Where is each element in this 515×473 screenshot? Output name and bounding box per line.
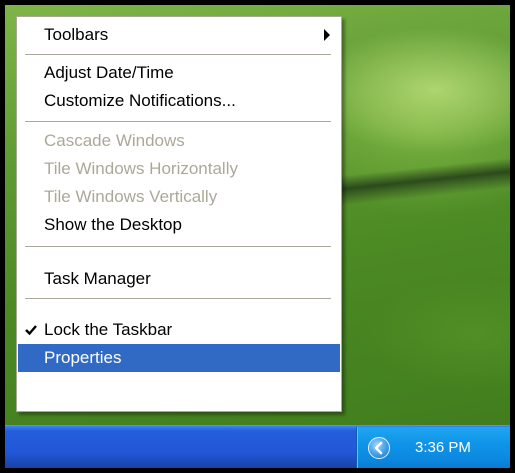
- taskbar-clock[interactable]: 3:36 PM: [415, 440, 471, 456]
- menu-item-properties[interactable]: Properties: [18, 344, 340, 372]
- menu-item-task-manager[interactable]: Task Manager: [18, 265, 340, 293]
- taskbar[interactable]: 3:36 PM: [5, 425, 510, 468]
- menu-item-cascade-windows: Cascade Windows: [18, 127, 340, 155]
- screen: Toolbars Adjust Date/Time Customize Noti…: [5, 5, 510, 468]
- wallpaper-hill-shadow: [323, 156, 510, 208]
- menu-item-label: Tile Windows Vertically: [44, 187, 218, 206]
- menu-item-customize-notifications[interactable]: Customize Notifications...: [18, 87, 340, 115]
- menu-item-label: Show the Desktop: [44, 215, 182, 234]
- menu-item-toolbars[interactable]: Toolbars: [18, 21, 340, 49]
- submenu-arrow-icon: [324, 29, 330, 41]
- taskbar-context-menu: Toolbars Adjust Date/Time Customize Noti…: [16, 16, 342, 412]
- menu-separator: [25, 298, 331, 299]
- menu-item-label: Toolbars: [44, 25, 109, 44]
- menu-separator: [25, 121, 331, 122]
- checkmark-icon: [25, 325, 37, 336]
- menu-separator: [25, 54, 331, 55]
- menu-item-tile-vertically: Tile Windows Vertically: [18, 183, 340, 211]
- notification-area: 3:36 PM: [356, 427, 510, 468]
- menu-item-label: Tile Windows Horizontally: [44, 159, 238, 178]
- menu-item-label: Cascade Windows: [44, 131, 185, 150]
- menu-item-tile-horizontally: Tile Windows Horizontally: [18, 155, 340, 183]
- menu-item-lock-taskbar[interactable]: Lock the Taskbar: [18, 316, 340, 344]
- menu-item-label: Task Manager: [44, 269, 151, 288]
- show-hidden-icons-button[interactable]: [368, 437, 390, 459]
- menu-separator: [25, 246, 331, 247]
- left-chevron-icon: [374, 441, 383, 455]
- menu-item-show-desktop[interactable]: Show the Desktop: [18, 211, 340, 239]
- menu-item-label: Adjust Date/Time: [44, 63, 174, 82]
- menu-item-adjust-date-time[interactable]: Adjust Date/Time: [18, 59, 340, 87]
- menu-item-label: Properties: [44, 348, 122, 367]
- menu-item-label: Customize Notifications...: [44, 91, 236, 110]
- menu-item-label: Lock the Taskbar: [44, 320, 173, 339]
